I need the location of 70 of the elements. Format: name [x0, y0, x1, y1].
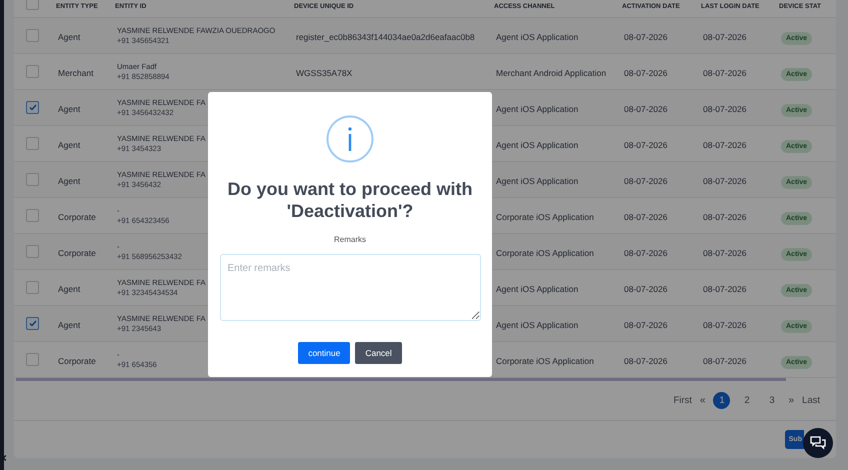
- table-cell: 08-07-2026: [624, 284, 668, 294]
- page-link[interactable]: 2: [738, 392, 756, 409]
- remarks-label: Remarks: [334, 235, 366, 244]
- checkbox[interactable]: [26, 136, 39, 150]
- table-cell: Agent iOS Application: [496, 32, 578, 42]
- table-cell: Agent iOS Application: [496, 176, 578, 186]
- table-cell: 08-07-2026: [624, 68, 668, 78]
- table-cell: Agent iOS Application: [496, 284, 578, 294]
- checkbox[interactable]: [26, 64, 39, 78]
- table-cell: 08-07-2026: [703, 212, 746, 222]
- table-cell: Corporate iOS Application: [496, 248, 594, 258]
- table-cell: 08-07-2026: [703, 176, 746, 186]
- table-cell: Agent: [58, 32, 80, 42]
- checkbox[interactable]: [26, 244, 39, 258]
- table-cell: Corporate iOS Application: [496, 356, 594, 366]
- table-cell: Agent: [58, 320, 80, 330]
- table-cell: 08-07-2026: [624, 176, 668, 186]
- table-cell: Corporate: [58, 212, 96, 222]
- next-link[interactable]: »: [788, 395, 794, 406]
- dialog-title: Do you want to proceed with 'Deactivation'?: [226, 178, 474, 222]
- table-cell: register_ec0b86343f144034ae0a2d6eafaac0b8: [296, 32, 475, 42]
- checkmark-icon: [28, 320, 36, 327]
- checkmark-icon: [28, 104, 36, 111]
- table-cell: 08-07-2026: [624, 140, 668, 150]
- first-link[interactable]: First: [673, 395, 692, 406]
- table-cell: Merchant Android Application: [496, 68, 606, 78]
- checkbox[interactable]: [26, 208, 39, 222]
- table-cell: Corporate: [58, 356, 96, 366]
- scrollbar[interactable]: [16, 378, 786, 381]
- table-cell: 08-07-2026: [624, 356, 668, 366]
- table-cell: 08-07-2026: [703, 104, 746, 114]
- cancel-button[interactable]: Cancel: [355, 342, 402, 364]
- table-cell: 08-07-2026: [624, 248, 668, 258]
- table-cell: Agent iOS Application: [496, 320, 578, 330]
- table-cell: Agent iOS Application: [496, 104, 578, 114]
- checkbox[interactable]: [26, 352, 39, 366]
- last-link[interactable]: Last: [802, 395, 820, 406]
- remarks-field[interactable]: Enter remarks: [220, 254, 480, 321]
- checkbox[interactable]: [26, 28, 39, 42]
- table-cell: Corporate: [58, 248, 96, 258]
- previous-link[interactable]: «: [700, 395, 706, 406]
- table-cell: 08-07-2026: [703, 32, 746, 42]
- checkbox[interactable]: [26, 280, 39, 294]
- page-link[interactable]: 1: [713, 392, 730, 409]
- table-cell: 08-07-2026: [624, 212, 668, 222]
- table-cell: Agent: [58, 176, 80, 186]
- info-icon: [326, 115, 374, 163]
- continue-button[interactable]: continue: [298, 342, 350, 364]
- checkbox[interactable]: [26, 172, 39, 186]
- table-cell: Agent: [58, 104, 80, 114]
- table-cell: Corporate iOS Application: [496, 212, 594, 222]
- table-cell: WGSS35A78X: [296, 68, 352, 78]
- table-cell: 08-07-2026: [703, 284, 746, 294]
- table-cell: Agent: [58, 140, 80, 150]
- table-cell: 08-07-2026: [624, 32, 668, 42]
- page-link[interactable]: 3: [763, 392, 780, 409]
- checkbox[interactable]: [26, 100, 39, 114]
- table-cell: 08-07-2026: [703, 248, 746, 258]
- checkbox[interactable]: [26, 0, 39, 10]
- chat-icon: [810, 436, 826, 450]
- table-cell: Merchant: [58, 68, 94, 78]
- table-cell: Agent: [58, 284, 80, 294]
- table-cell: 08-07-2026: [703, 320, 746, 330]
- checkbox[interactable]: [26, 316, 39, 330]
- table-cell: 08-07-2026: [703, 140, 746, 150]
- table-cell: 08-07-2026: [703, 356, 746, 366]
- table-cell: 08-07-2026: [703, 68, 746, 78]
- table-cell: Agent iOS Application: [496, 140, 578, 150]
- table-cell: 08-07-2026: [624, 320, 668, 330]
- table-cell: 08-07-2026: [624, 104, 668, 114]
